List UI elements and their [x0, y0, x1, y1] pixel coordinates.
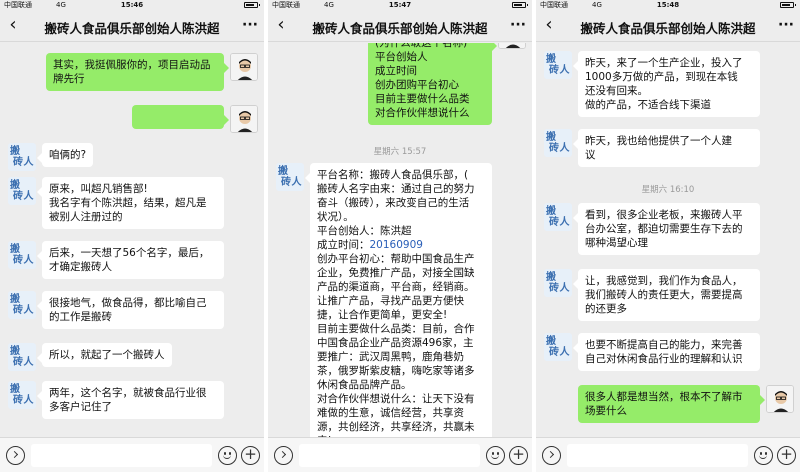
message-list[interactable]: (为什么取这个名称) 平台创始人 成立时间 创办团购平台初心 目前主要做什么品类… — [268, 43, 532, 437]
avatar[interactable]: 搬 砖人 — [8, 343, 36, 371]
chat-screen-3: 中国联通 4G 15:48 ‹ 搬砖人食品俱乐部创始人陈洪超 ··· 搬 砖人 … — [536, 0, 800, 472]
user-avatar-icon — [231, 54, 257, 80]
clock: 15:48 — [656, 1, 680, 9]
message-bubble[interactable]: 原来，叫超凡销售部! 我名字有个陈洪超，结果，超凡是 被别人注册过的 — [37, 177, 224, 229]
chevron-left-icon[interactable]: ‹ — [6, 14, 20, 36]
user-avatar-icon — [767, 386, 793, 412]
plus-icon[interactable]: + — [241, 446, 260, 465]
clock: 15:47 — [388, 1, 412, 9]
avatar[interactable] — [230, 105, 258, 133]
avatar[interactable]: 搬 砖人 — [544, 129, 572, 157]
message-bubble[interactable]: 昨天，我也给他提供了一个人建 议 — [573, 129, 760, 167]
avatar[interactable]: 搬 砖人 — [544, 203, 572, 231]
avatar[interactable]: 搬 砖人 — [8, 291, 36, 319]
avatar[interactable]: 搬 砖人 — [8, 177, 36, 205]
avatar[interactable]: 搬 砖人 — [544, 51, 572, 79]
chevron-left-icon[interactable]: ‹ — [542, 14, 556, 36]
message-bubble[interactable] — [132, 105, 229, 129]
avatar[interactable]: 搬 砖人 — [8, 241, 36, 269]
message-list[interactable]: 其实，我挺佩服你的，项目启动品 牌先行 搬 砖人 咱俩的? 搬 砖人 原来，叫超… — [0, 43, 264, 437]
avatar[interactable]: 搬 砖人 — [8, 143, 36, 171]
emoji-icon[interactable] — [754, 446, 773, 465]
message-bubble[interactable]: 所以，就起了一个搬砖人 — [37, 343, 172, 367]
message-input[interactable] — [567, 444, 748, 467]
message-bubble[interactable]: (为什么取这个名称) 平台创始人 成立时间 创办团购平台初心 目前主要做什么品类… — [368, 43, 497, 125]
input-bar: + — [0, 437, 264, 472]
user-avatar-icon — [499, 43, 525, 48]
message-bubble[interactable]: 后来，一天想了56个名字，最后， 才确定搬砖人 — [37, 241, 224, 279]
message-bubble[interactable]: 让，我感觉到，我们作为食品人， 我们搬砖人的责任更大，需要提高 的还更多 — [573, 269, 760, 321]
message-input[interactable] — [299, 444, 480, 467]
status-bar: 中国联通 4G 15:47 — [268, 0, 532, 10]
message-bubble[interactable]: 看到，很多企业老板，来搬砖人平 台办公室，都迫切需要生存下去的 哪种渴望心理 — [573, 203, 760, 255]
timestamp: 星期六 16:10 — [641, 185, 695, 195]
chat-header: ‹ 搬砖人食品俱乐部创始人陈洪超 ··· — [536, 10, 800, 42]
message-bubble[interactable]: 也要不断提高自己的能力，来完善 自己对休闲食品行业的理解和认识 — [573, 333, 760, 371]
battery-icon — [244, 2, 260, 8]
input-bar: + — [268, 437, 532, 472]
chevron-left-icon[interactable]: ‹ — [274, 14, 288, 36]
status-bar: 中国联通 4G 15:48 — [536, 0, 800, 10]
message-bubble[interactable]: 平台名称：搬砖人食品俱乐部，( 搬砖人名字由来：通过自己的努力 奋斗（搬砖），来… — [305, 163, 492, 437]
voice-icon[interactable] — [542, 446, 561, 465]
chat-screen-2: 中国联通 4G 15:47 ‹ 搬砖人食品俱乐部创始人陈洪超 ··· (为什么取… — [268, 0, 532, 472]
more-dots-icon[interactable]: ··· — [510, 14, 526, 36]
avatar[interactable]: 搬 砖人 — [8, 381, 36, 409]
message-bubble[interactable]: 咱俩的? — [36, 143, 94, 167]
more-dots-icon[interactable]: ··· — [778, 14, 794, 36]
chat-header: ‹ 搬砖人食品俱乐部创始人陈洪超 ··· — [268, 10, 532, 42]
avatar[interactable]: 搬 砖人 — [276, 163, 304, 191]
message-bubble[interactable]: 很多人都是想当然，根本不了解市 场要什么 — [578, 385, 765, 423]
more-dots-icon[interactable]: ··· — [242, 14, 258, 36]
chat-title: 搬砖人食品俱乐部创始人陈洪超 — [580, 21, 756, 36]
emoji-icon[interactable] — [486, 446, 505, 465]
user-avatar-icon — [231, 106, 257, 132]
avatar[interactable] — [230, 53, 258, 81]
input-bar: + — [536, 437, 800, 472]
chat-title: 搬砖人食品俱乐部创始人陈洪超 — [44, 21, 220, 36]
avatar[interactable] — [498, 43, 526, 49]
plus-icon[interactable]: + — [509, 446, 528, 465]
timestamp: 星期六 15:57 — [373, 147, 427, 157]
battery-icon — [512, 2, 528, 8]
chat-title: 搬砖人食品俱乐部创始人陈洪超 — [312, 21, 488, 36]
voice-icon[interactable] — [274, 446, 293, 465]
chat-screen-1: 中国联通 4G 15:46 ‹ 搬砖人食品俱乐部创始人陈洪超 ··· 其实，我挺… — [0, 0, 264, 472]
avatar[interactable] — [766, 385, 794, 413]
emoji-icon[interactable] — [218, 446, 237, 465]
message-bubble[interactable]: 两年，这个名字，就被食品行业很 多客户记住了 — [37, 381, 224, 419]
message-list[interactable]: 搬 砖人 昨天，来了一个生产企业，投入了 1000多万做的产品，到现在本钱 还没… — [536, 43, 800, 437]
avatar[interactable]: 搬 砖人 — [544, 269, 572, 297]
battery-icon — [780, 2, 796, 8]
plus-icon[interactable]: + — [777, 446, 796, 465]
date-link[interactable]: 20160909 — [370, 239, 423, 251]
message-bubble[interactable]: 昨天，来了一个生产企业，投入了 1000多万做的产品，到现在本钱 还没有回来。 … — [573, 51, 760, 117]
message-input[interactable] — [31, 444, 212, 467]
avatar[interactable]: 搬 砖人 — [544, 333, 572, 361]
message-bubble[interactable]: 很接地气，做食品得，都比喻自己 的工作是搬砖 — [37, 291, 224, 329]
message-bubble[interactable]: 其实，我挺佩服你的，项目启动品 牌先行 — [46, 53, 229, 91]
clock: 15:46 — [120, 1, 144, 9]
status-bar: 中国联通 4G 15:46 — [0, 0, 264, 10]
chat-header: ‹ 搬砖人食品俱乐部创始人陈洪超 ··· — [0, 10, 264, 42]
voice-icon[interactable] — [6, 446, 25, 465]
